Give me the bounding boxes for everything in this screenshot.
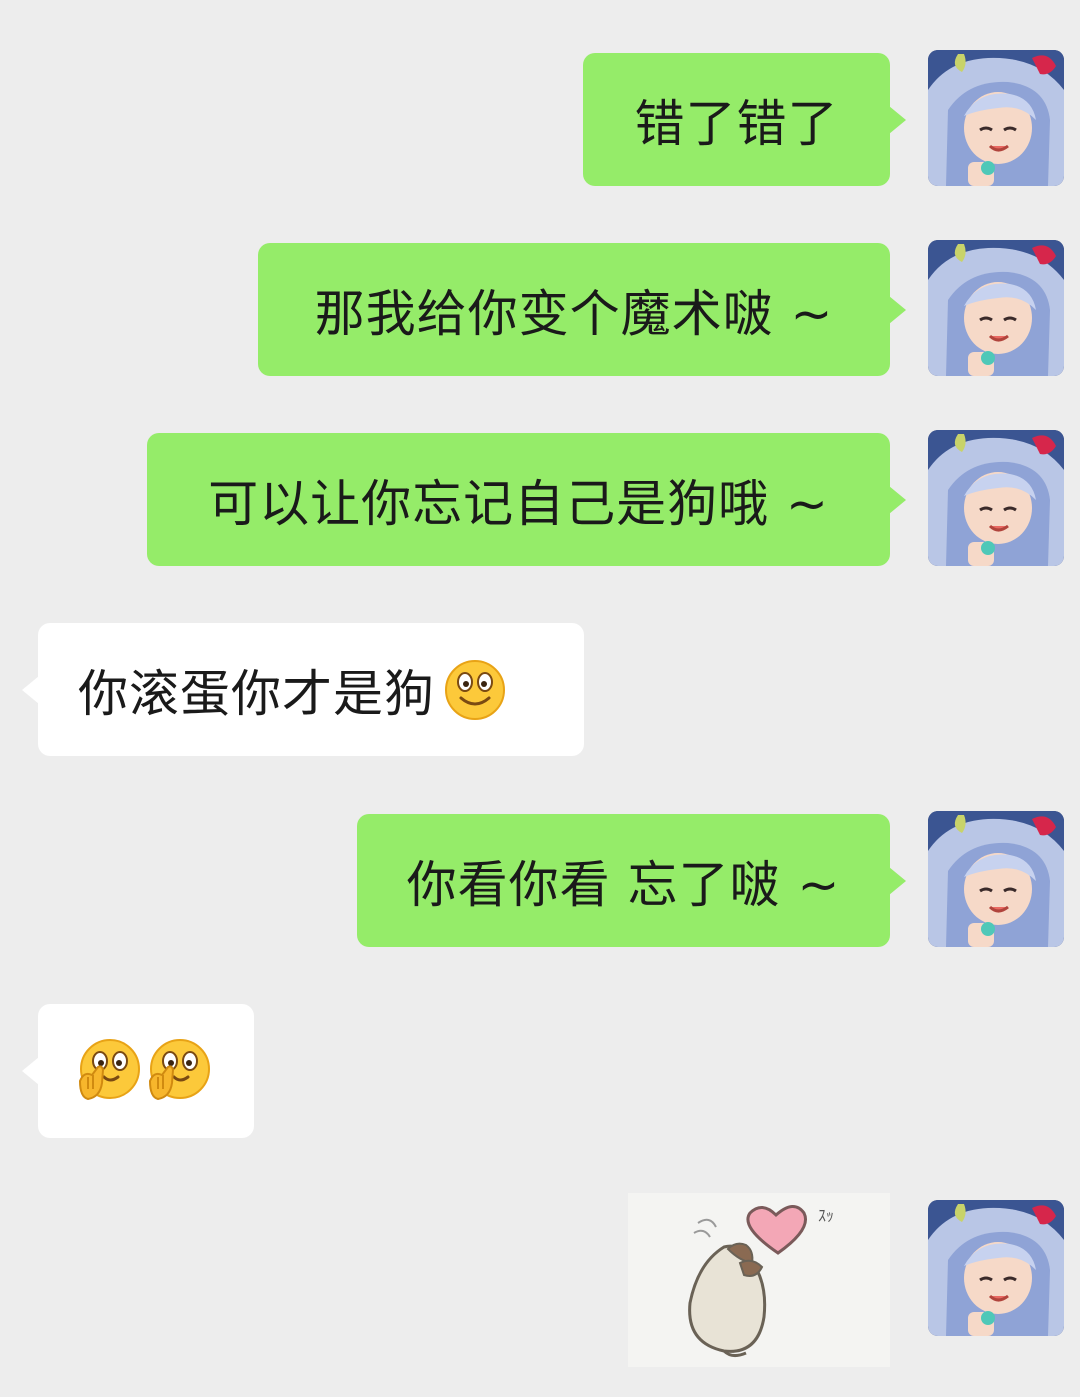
message-text: 你滚蛋你才是狗 bbox=[78, 664, 435, 723]
chat-message-list[interactable]: 错了错了 那我给你变个魔术啵 ~ 可以让你忘记自己是狗哦 ~ 你滚蛋你才是狗 你… bbox=[0, 0, 1080, 1397]
incoming-message-bubble[interactable]: 你滚蛋你才是狗 bbox=[38, 623, 584, 756]
message-text: 可以让你忘记自己是狗哦 ~ bbox=[208, 474, 829, 533]
anime-girl-avatar-icon[interactable] bbox=[928, 811, 1064, 947]
message-text: 错了错了 bbox=[634, 94, 839, 153]
anime-girl-avatar-icon[interactable] bbox=[928, 50, 1064, 186]
incoming-message-bubble[interactable] bbox=[38, 1004, 254, 1138]
message-text: 那我给你变个魔术啵 ~ bbox=[314, 284, 834, 343]
outgoing-message-bubble[interactable]: 你看你看 忘了啵 ~ bbox=[357, 814, 890, 947]
outgoing-message-bubble[interactable]: 错了错了 bbox=[583, 53, 890, 186]
message-text: 你看你看 忘了啵 ~ bbox=[406, 855, 841, 914]
cover-face-emoji-icon bbox=[146, 1037, 214, 1105]
motion-line bbox=[693, 1229, 711, 1238]
outgoing-message-bubble[interactable]: 可以让你忘记自己是狗哦 ~ bbox=[147, 433, 890, 566]
outgoing-message-bubble[interactable]: 那我给你变个魔术啵 ~ bbox=[258, 243, 890, 376]
anime-girl-avatar-icon[interactable] bbox=[928, 430, 1064, 566]
sticker-text: ｽｯ bbox=[818, 1206, 834, 1225]
motion-line bbox=[697, 1218, 717, 1228]
hamster-heart-sticker[interactable]: ｽｯ bbox=[628, 1193, 890, 1367]
anime-girl-avatar-icon[interactable] bbox=[928, 240, 1064, 376]
cover-face-emoji-icon bbox=[76, 1037, 144, 1105]
anime-girl-avatar-icon[interactable] bbox=[928, 1200, 1064, 1336]
smile-emoji-icon bbox=[443, 658, 507, 722]
